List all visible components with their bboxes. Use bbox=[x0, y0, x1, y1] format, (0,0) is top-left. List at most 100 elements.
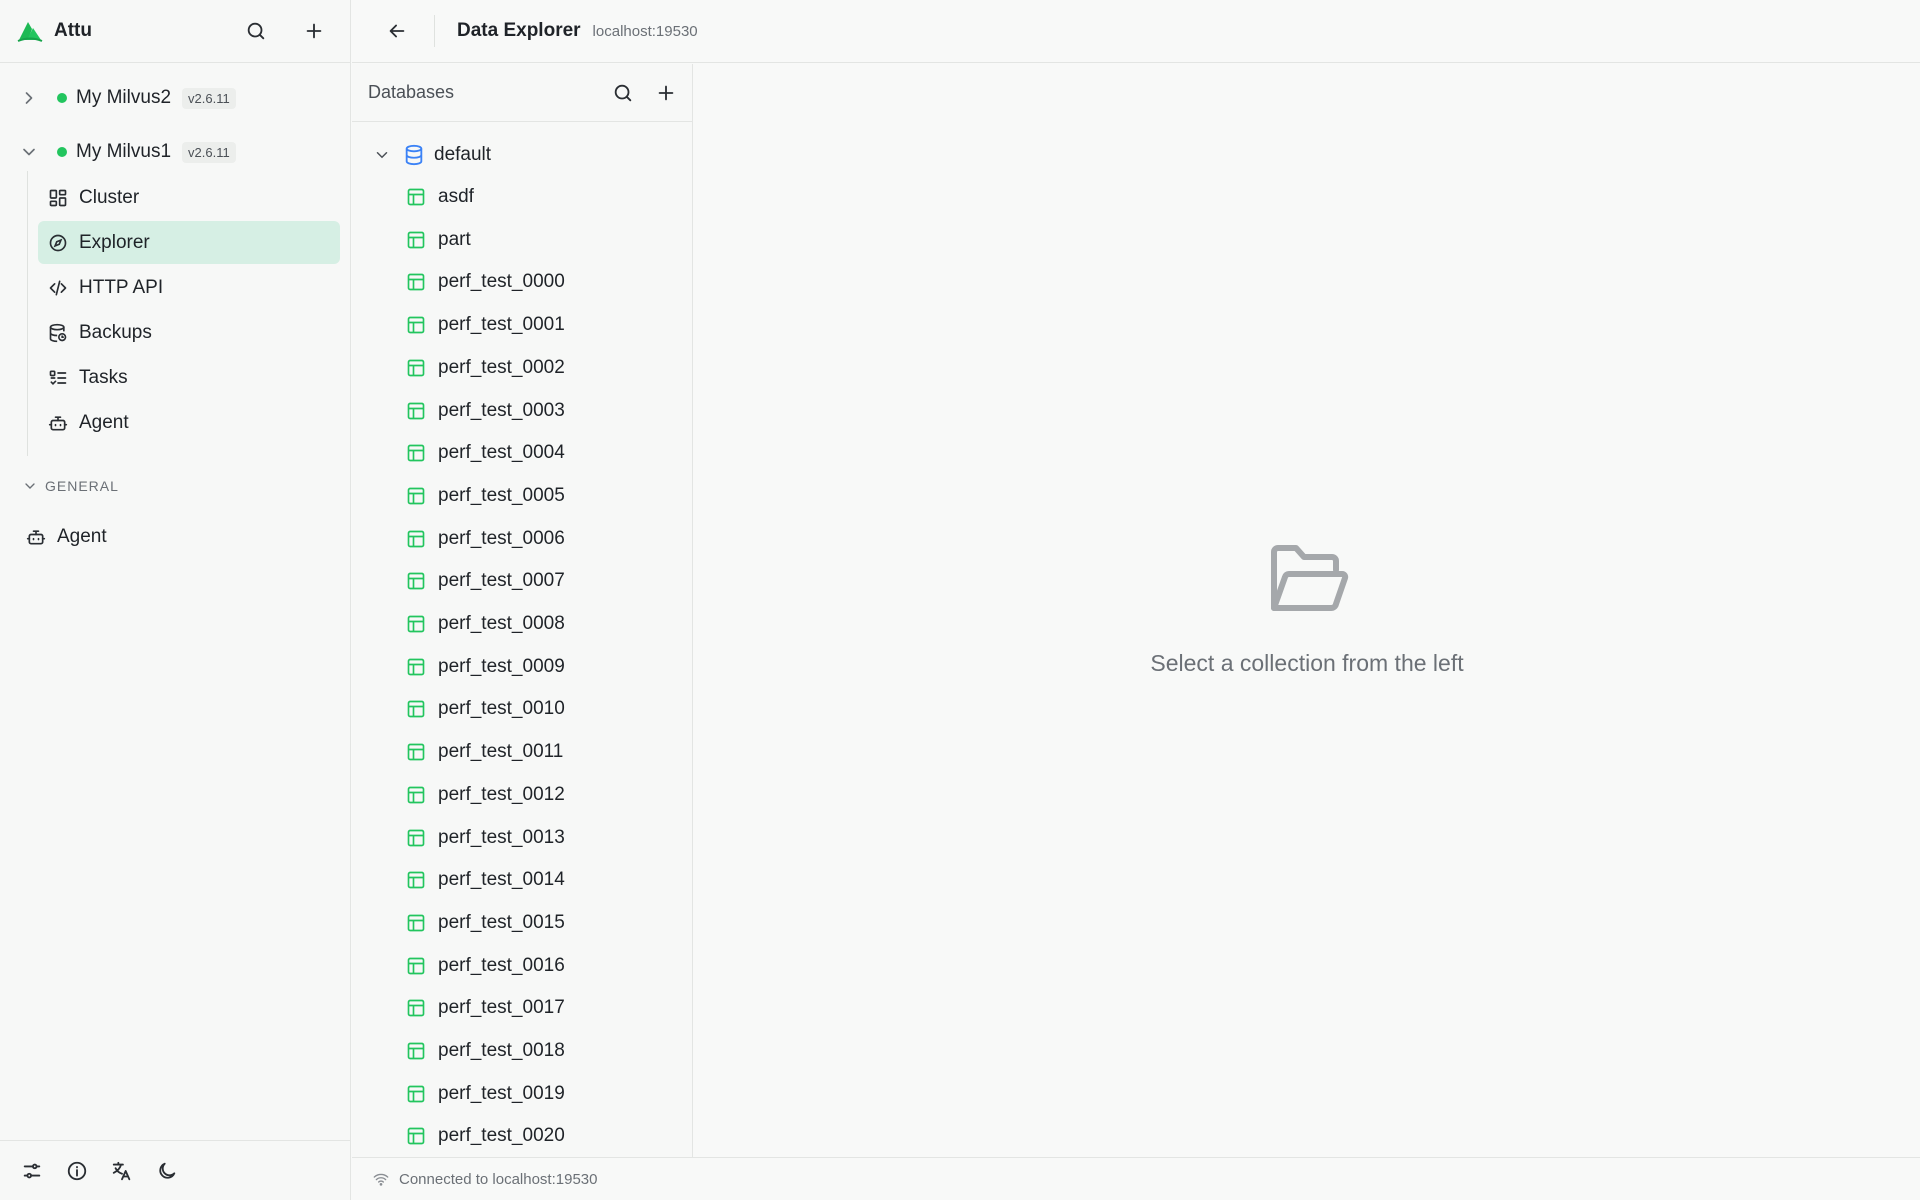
topbar: Data Explorer localhost:19530 bbox=[352, 0, 1920, 63]
collection-row[interactable]: perf_test_0008 bbox=[352, 603, 692, 645]
status-bar: Connected to localhost:19530 bbox=[352, 1157, 1920, 1200]
collection-name: perf_test_0004 bbox=[438, 442, 565, 464]
language-button[interactable] bbox=[108, 1157, 136, 1185]
databases-title: Databases bbox=[368, 82, 455, 102]
table-icon bbox=[406, 571, 426, 591]
collection-row[interactable]: perf_test_0011 bbox=[352, 731, 692, 773]
dashboard-icon bbox=[48, 188, 68, 208]
collection-name: perf_test_0003 bbox=[438, 399, 565, 421]
collection-row[interactable]: perf_test_0019 bbox=[352, 1073, 692, 1115]
collection-name: perf_test_0020 bbox=[438, 1125, 565, 1147]
empty-state-message: Select a collection from the left bbox=[1150, 650, 1464, 676]
nav-item-cluster[interactable]: Cluster bbox=[38, 176, 340, 219]
create-database-button[interactable] bbox=[649, 76, 683, 110]
chevron-right-icon[interactable] bbox=[19, 88, 39, 108]
collection-row[interactable]: perf_test_0018 bbox=[352, 1030, 692, 1072]
table-icon bbox=[406, 1126, 426, 1146]
nav-item-label: Agent bbox=[79, 411, 129, 433]
collection-name: perf_test_0006 bbox=[438, 527, 565, 549]
nav-item-tasks[interactable]: Tasks bbox=[38, 356, 340, 399]
collection-row[interactable]: perf_test_0005 bbox=[352, 475, 692, 517]
table-icon bbox=[406, 870, 426, 890]
collection-name: perf_test_0011 bbox=[438, 741, 564, 763]
back-button[interactable] bbox=[377, 11, 417, 51]
nav-item-label: Tasks bbox=[79, 366, 128, 388]
search-databases-button[interactable] bbox=[606, 76, 640, 110]
collection-row[interactable]: perf_test_0002 bbox=[352, 347, 692, 389]
theme-toggle-button[interactable] bbox=[153, 1157, 181, 1185]
connection-my-milvus1[interactable]: My Milvus1 v2.6.11 bbox=[0, 132, 351, 172]
collection-name: perf_test_0016 bbox=[438, 954, 565, 976]
collection-name: asdf bbox=[438, 186, 474, 207]
sidebar-header: Attu bbox=[0, 0, 350, 63]
topbar-divider bbox=[434, 15, 435, 47]
database-backup-icon bbox=[48, 323, 68, 343]
info-icon bbox=[67, 1161, 87, 1180]
info-button[interactable] bbox=[63, 1157, 91, 1185]
collection-row[interactable]: perf_test_0013 bbox=[352, 817, 692, 859]
collection-row[interactable]: perf_test_0014 bbox=[352, 859, 692, 901]
table-icon bbox=[406, 358, 426, 378]
collection-row[interactable]: perf_test_0016 bbox=[352, 945, 692, 987]
nav-item-agent[interactable]: Agent bbox=[38, 401, 340, 444]
search-connections-button[interactable] bbox=[236, 11, 276, 51]
chevron-down-icon[interactable] bbox=[22, 478, 38, 494]
nav-item-explorer[interactable]: Explorer bbox=[38, 221, 340, 264]
version-badge: v2.6.11 bbox=[182, 141, 236, 163]
nav-item-label: Agent bbox=[57, 525, 107, 547]
connection-status-text: Connected to localhost:19530 bbox=[399, 1170, 598, 1188]
add-connection-button[interactable] bbox=[294, 11, 334, 51]
databases-header: Databases bbox=[352, 64, 692, 122]
collection-name: perf_test_0007 bbox=[438, 570, 565, 592]
collection-row[interactable]: perf_test_0003 bbox=[352, 390, 692, 432]
nav-item-http-api[interactable]: HTTP API bbox=[38, 266, 340, 309]
database-row-default[interactable]: default bbox=[352, 134, 692, 176]
collection-row[interactable]: perf_test_0010 bbox=[352, 688, 692, 730]
collection-row[interactable]: perf_test_0012 bbox=[352, 774, 692, 816]
table-icon bbox=[406, 785, 426, 805]
collection-row[interactable]: part bbox=[352, 219, 692, 261]
table-icon bbox=[406, 614, 426, 634]
collection-name: perf_test_0010 bbox=[438, 698, 565, 720]
collection-row[interactable]: perf_test_0000 bbox=[352, 261, 692, 303]
connection-status-dot bbox=[57, 93, 67, 103]
collection-row[interactable]: asdf bbox=[352, 176, 692, 218]
database-icon bbox=[403, 144, 425, 166]
connection-status-dot bbox=[57, 147, 67, 157]
collection-row[interactable]: perf_test_0004 bbox=[352, 432, 692, 474]
page-title: Data Explorer bbox=[457, 20, 581, 41]
chevron-down-icon[interactable] bbox=[373, 146, 391, 164]
version-badge: v2.6.11 bbox=[182, 87, 236, 109]
bot-icon bbox=[48, 413, 68, 433]
collection-row[interactable]: perf_test_0007 bbox=[352, 560, 692, 602]
translate-icon bbox=[112, 1161, 131, 1180]
general-item-agent[interactable]: Agent bbox=[16, 515, 336, 558]
general-section-header[interactable]: GENERAL bbox=[22, 478, 119, 494]
collection-name: perf_test_0002 bbox=[438, 356, 565, 378]
collection-name: perf_test_0017 bbox=[438, 997, 565, 1019]
collection-row[interactable]: perf_test_0009 bbox=[352, 646, 692, 688]
app-name: Attu bbox=[54, 20, 92, 41]
collection-name: perf_test_0012 bbox=[438, 783, 565, 805]
attu-logo-icon bbox=[16, 17, 44, 45]
collection-name: perf_test_0005 bbox=[438, 484, 565, 506]
table-icon bbox=[406, 1041, 426, 1061]
databases-panel: Databases default asdf part perf_test_0000… bbox=[352, 64, 693, 1157]
table-icon bbox=[406, 443, 426, 463]
collection-row[interactable]: perf_test_0017 bbox=[352, 987, 692, 1029]
compass-icon bbox=[48, 233, 68, 253]
moon-icon bbox=[159, 1162, 176, 1179]
chevron-down-icon[interactable] bbox=[19, 142, 39, 162]
nav-item-backups[interactable]: Backups bbox=[38, 311, 340, 354]
nav-tree-line bbox=[27, 171, 28, 456]
database-name: default bbox=[434, 144, 492, 165]
collection-row[interactable]: perf_test_0006 bbox=[352, 518, 692, 560]
connection-my-milvus2[interactable]: My Milvus2 v2.6.11 bbox=[0, 78, 351, 118]
table-icon bbox=[406, 315, 426, 335]
host-label: localhost:19530 bbox=[592, 22, 698, 40]
connection-name: My Milvus2 bbox=[76, 87, 172, 108]
collection-row[interactable]: perf_test_0020 bbox=[352, 1115, 692, 1157]
collection-row[interactable]: perf_test_0015 bbox=[352, 902, 692, 944]
collection-row[interactable]: perf_test_0001 bbox=[352, 304, 692, 346]
settings-toggle-button[interactable] bbox=[18, 1157, 46, 1185]
